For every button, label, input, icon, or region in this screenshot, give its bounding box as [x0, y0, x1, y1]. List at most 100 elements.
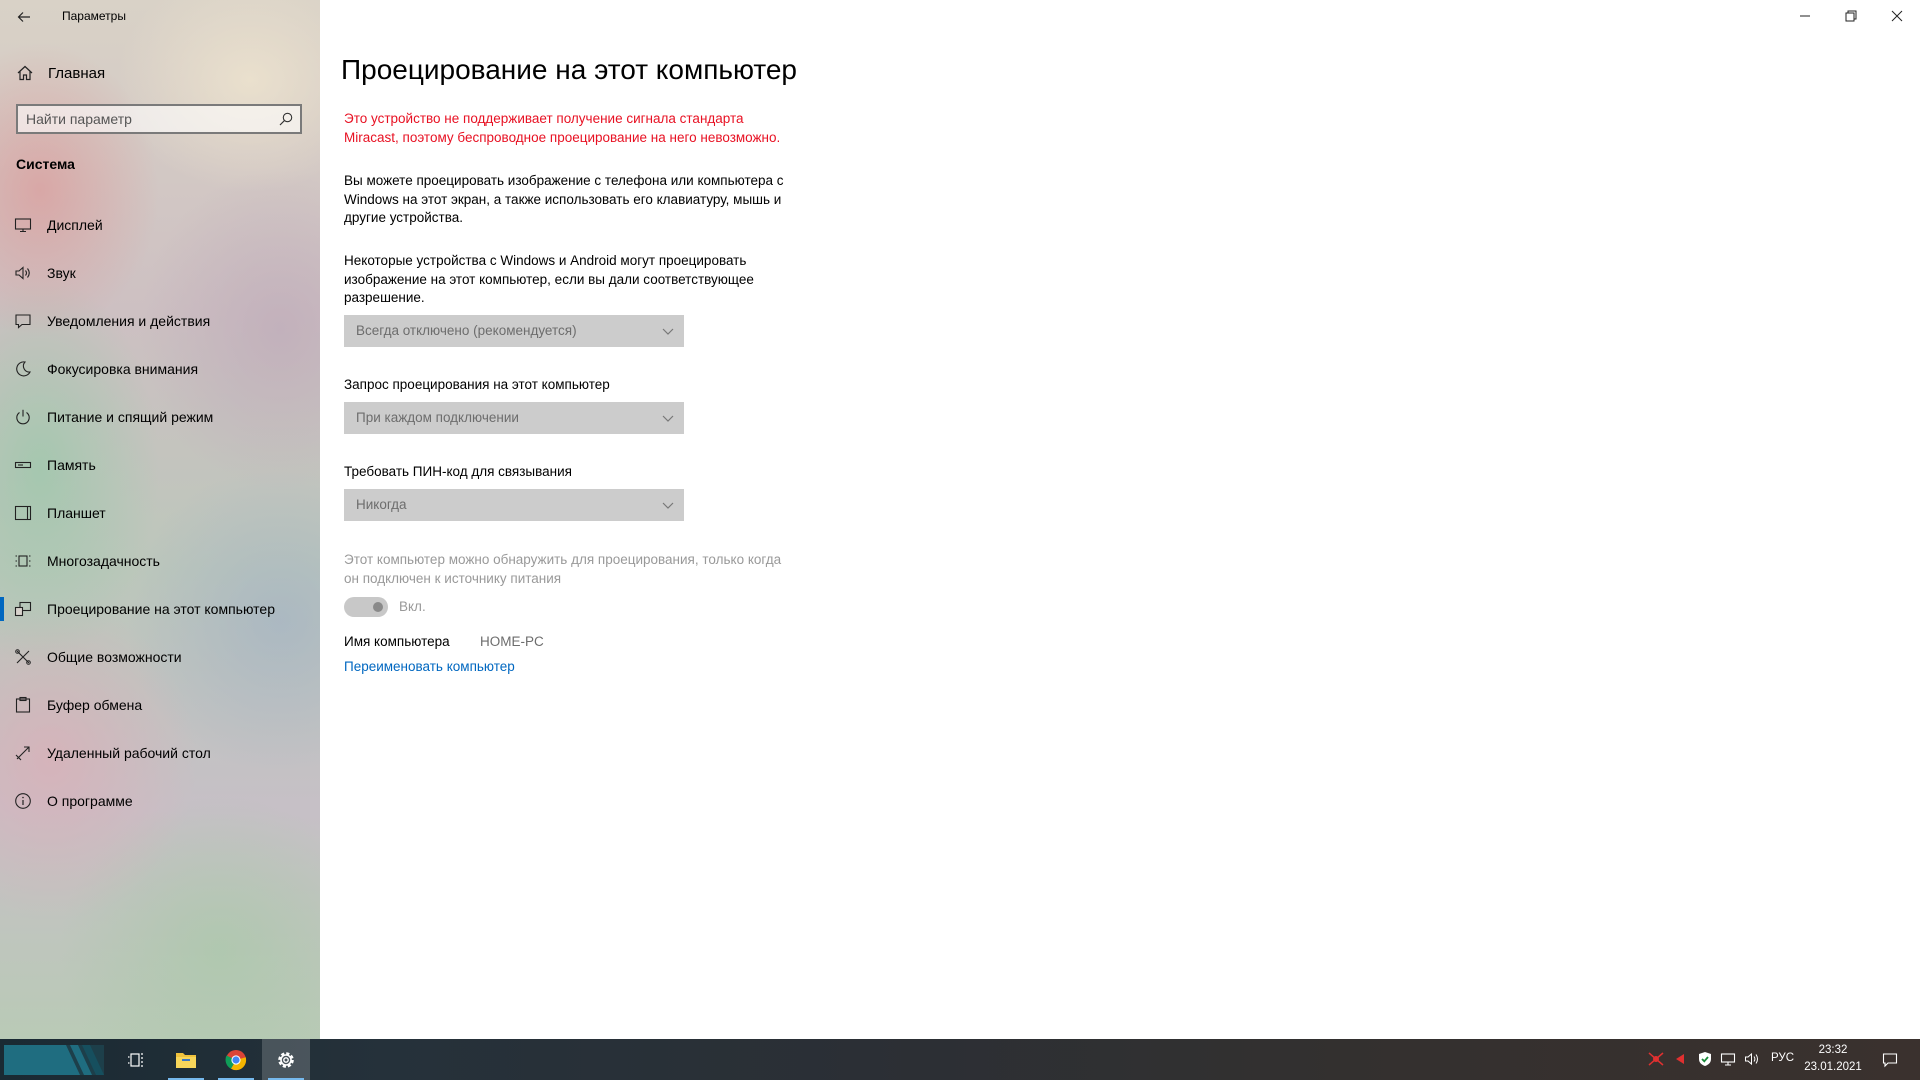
back-arrow-icon [17, 12, 30, 22]
request-dropdown[interactable]: При каждом подключении [344, 402, 684, 434]
minimize-button[interactable] [1782, 0, 1828, 32]
sidebar-item-about[interactable]: О программе [0, 781, 320, 821]
chrome-icon [225, 1049, 247, 1070]
monitor-icon [14, 218, 32, 233]
back-button[interactable] [8, 2, 40, 32]
power-note: Этот компьютер можно обнаружить для прое… [344, 552, 782, 586]
sidebar-item-label: Фокусировка внимания [47, 361, 199, 377]
search-icon[interactable] [278, 111, 294, 127]
dropdown-value: Никогда [356, 497, 407, 512]
sidebar-item-home[interactable]: Главная [0, 56, 320, 88]
section-title: Система [16, 156, 75, 172]
pin-label: Требовать ПИН-код для связывания [344, 464, 572, 479]
gear-icon [278, 1051, 294, 1068]
sidebar-item-multitasking[interactable]: Многозадачность [0, 541, 320, 581]
close-button[interactable] [1874, 0, 1920, 32]
sidebar-item-tablet[interactable]: Планшет [0, 493, 320, 533]
miracast-error-message: Это устройство не поддерживает получение… [344, 111, 781, 145]
sidebar-item-label: Дисплей [47, 217, 103, 233]
task-view-button[interactable] [112, 1039, 160, 1080]
action-center-icon [1882, 1052, 1898, 1067]
restore-icon [1845, 10, 1857, 22]
restore-button[interactable] [1828, 0, 1874, 32]
clock-time: 23:32 [1818, 1044, 1848, 1056]
toggle-label: Вкл. [399, 599, 426, 614]
sidebar-item-label: Общие возможности [47, 649, 182, 665]
taskbar: РУС 23:32 23.01.2021 [0, 1039, 1920, 1080]
folder-icon [176, 1052, 196, 1068]
sidebar-item-label: Звук [47, 265, 76, 281]
power-only-toggle[interactable] [344, 597, 388, 617]
sidebar-item-shared-experiences[interactable]: Общие возможности [0, 637, 320, 677]
chevron-down-icon [662, 328, 674, 335]
moon-icon [16, 361, 31, 377]
main-content: Проецирование на этот компьютер Это устр… [320, 0, 1920, 1039]
sidebar-item-label: Планшет [47, 505, 106, 521]
language-indicator[interactable]: РУС [1771, 1052, 1794, 1064]
intro-text: Вы можете проецировать изображение с тел… [344, 173, 784, 225]
dropdown-value: Всегда отключено (рекомендуется) [356, 323, 577, 338]
page-title: Проецирование на этот компьютер [341, 54, 797, 85]
sidebar-item-label: Память [47, 457, 96, 473]
devices-description: Некоторые устройства с Windows и Android… [344, 253, 754, 305]
search-box[interactable] [16, 104, 302, 134]
projecting-icon [14, 601, 32, 617]
app-title: Параметры [62, 9, 126, 23]
sidebar-item-sound[interactable]: Звук [0, 253, 320, 293]
pin-dropdown[interactable]: Никогда [344, 489, 684, 521]
notification-icon [15, 314, 31, 329]
toggle-knob [373, 602, 383, 612]
sidebar-item-display[interactable]: Дисплей [0, 205, 320, 245]
dropdown-value: При каждом подключении [356, 410, 519, 425]
network-icon[interactable] [1720, 1051, 1736, 1067]
pc-name-label: Имя компьютера [344, 634, 450, 649]
sidebar-item-label: Удаленный рабочий стол [47, 745, 211, 761]
sidebar: Параметры Главная Система Дисплей Звук [0, 0, 320, 1039]
file-explorer-button[interactable] [162, 1039, 210, 1080]
clipboard-icon [15, 696, 31, 713]
sidebar-item-label: Главная [48, 65, 106, 82]
sidebar-item-label: Уведомления и действия [47, 313, 211, 329]
availability-dropdown[interactable]: Всегда отключено (рекомендуется) [344, 315, 684, 347]
info-icon [15, 793, 31, 809]
tablet-icon [14, 505, 32, 521]
chevron-down-icon [662, 502, 674, 509]
antivirus-icon[interactable] [1648, 1051, 1664, 1067]
sidebar-item-label: Проецирование на этот компьютер [47, 601, 275, 617]
shield-icon[interactable] [1697, 1051, 1713, 1067]
clock-date: 23.01.2021 [1804, 1061, 1862, 1073]
sidebar-item-remote-desktop[interactable]: Удаленный рабочий стол [0, 733, 320, 773]
home-icon [17, 65, 33, 81]
sidebar-item-projecting[interactable]: Проецирование на этот компьютер [0, 589, 320, 629]
remote-desktop-icon [15, 746, 30, 761]
close-icon [1891, 10, 1903, 22]
search-input[interactable] [26, 110, 264, 128]
sidebar-item-power-sleep[interactable]: Питание и спящий режим [0, 397, 320, 437]
settings-button[interactable] [262, 1039, 310, 1080]
start-logo-icon [4, 1045, 104, 1075]
sidebar-item-label: Буфер обмена [47, 697, 143, 713]
volume-icon[interactable] [1744, 1051, 1760, 1067]
sidebar-item-focus-assist[interactable]: Фокусировка внимания [0, 349, 320, 389]
storage-icon [14, 461, 32, 469]
rename-pc-link[interactable]: Переименовать компьютер [344, 659, 515, 674]
action-center-button[interactable] [1870, 1039, 1910, 1080]
power-icon [16, 409, 30, 425]
start-button[interactable] [4, 1045, 104, 1075]
update-arrow-icon[interactable] [1672, 1051, 1688, 1067]
speaker-icon [15, 266, 30, 280]
sidebar-item-storage[interactable]: Память [0, 445, 320, 485]
pc-name-value: HOME-PC [480, 634, 544, 649]
clock[interactable]: 23:32 23.01.2021 [1800, 1042, 1866, 1076]
sidebar-item-clipboard[interactable]: Буфер обмена [0, 685, 320, 725]
chevron-down-icon [662, 415, 674, 422]
chrome-button[interactable] [212, 1039, 260, 1080]
minimize-icon [1800, 15, 1810, 17]
sidebar-item-label: Многозадачность [47, 553, 160, 569]
shared-experiences-icon [15, 649, 31, 665]
sidebar-item-notifications[interactable]: Уведомления и действия [0, 301, 320, 341]
request-label: Запрос проецирования на этот компьютер [344, 377, 610, 392]
sidebar-item-label: О программе [47, 793, 133, 809]
multitasking-icon [15, 555, 31, 567]
sidebar-item-label: Питание и спящий режим [47, 409, 214, 425]
